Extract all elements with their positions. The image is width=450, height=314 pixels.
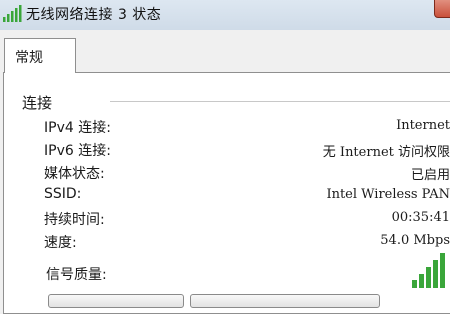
ipv4-label: IPv4 连接: (44, 120, 111, 136)
close-button[interactable] (434, 0, 450, 18)
signal-quality-row: 信号质量: (0, 264, 450, 286)
ipv4-value: Internet (396, 118, 450, 133)
window-title: 无线网络连接 3 状态 (26, 7, 162, 23)
details-button[interactable] (48, 294, 184, 308)
ipv6-value: 无 Internet 访问权限 (322, 145, 450, 160)
ipv6-row: IPv6 连接: 无 Internet 访问权限 (0, 140, 450, 162)
tab-general-label: 常规 (15, 50, 43, 66)
ipv4-row: IPv4 连接: Internet (0, 117, 450, 139)
signal-quality-label: 信号质量: (46, 267, 107, 283)
duration-row: 持续时间: 00:35:41 (0, 209, 450, 231)
ssid-value: Intel Wireless PAN (326, 187, 450, 202)
title-bar: 无线网络连接 3 状态 (0, 0, 450, 30)
duration-value: 00:35:41 (391, 210, 450, 225)
media-status-row: 媒体状态: 已启用 (0, 163, 450, 185)
media-status-value: 已启用 (410, 168, 450, 183)
speed-row: 速度: 54.0 Mbps (0, 232, 450, 254)
section-divider (110, 101, 450, 102)
connection-section-title: 连接 (22, 94, 53, 112)
ssid-row: SSID: Intel Wireless PAN (0, 186, 450, 208)
signal-strength-bars (412, 253, 445, 288)
media-status-label: 媒体状态: (44, 166, 105, 182)
signal-bar (440, 253, 445, 288)
wireless-properties-button[interactable] (190, 294, 380, 308)
ipv6-label: IPv6 连接: (44, 143, 111, 159)
signal-bar (433, 260, 438, 288)
signal-bar (419, 274, 424, 288)
tab-general[interactable]: 常规 (4, 38, 76, 73)
speed-label: 速度: (44, 235, 77, 251)
signal-bar (412, 280, 417, 288)
signal-bar (426, 267, 431, 288)
duration-label: 持续时间: (44, 212, 105, 228)
wireless-signal-icon (3, 5, 22, 22)
ssid-label: SSID: (44, 186, 82, 202)
speed-value: 54.0 Mbps (380, 233, 450, 248)
